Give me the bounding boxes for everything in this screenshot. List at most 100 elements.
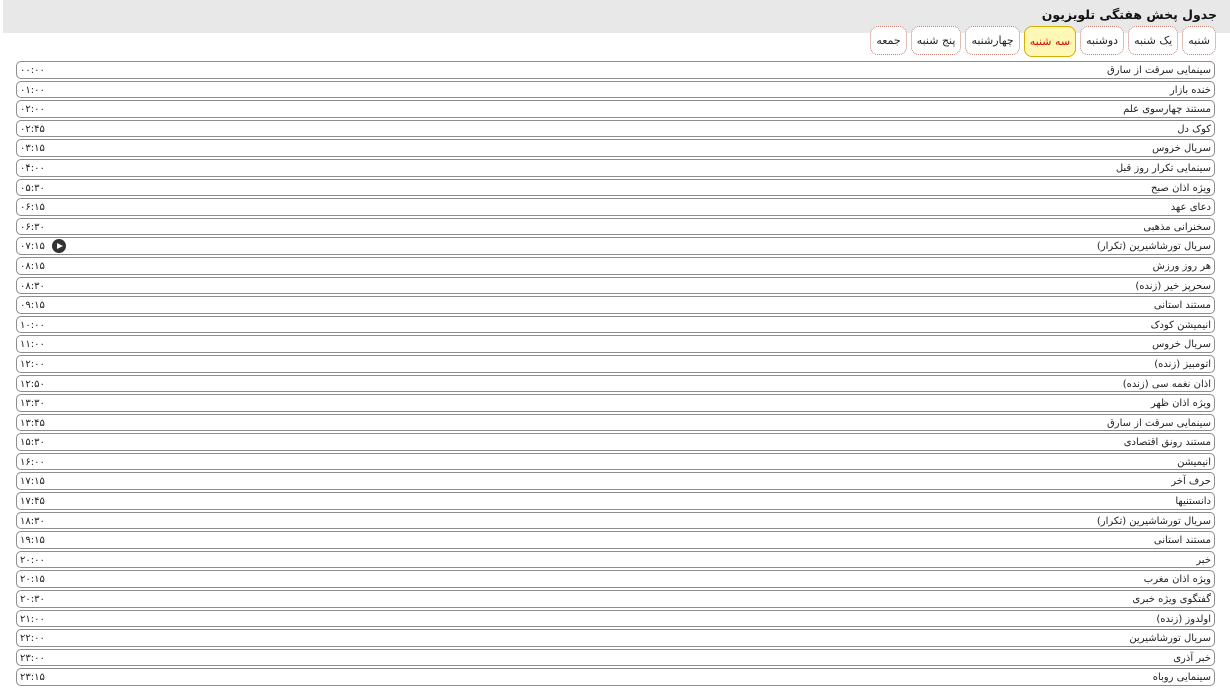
- schedule-row[interactable]: هر روز ورزش ۰۸:۱۵: [16, 256, 1215, 275]
- schedule-row[interactable]: انیمیشن ۱۶:۰۰: [16, 452, 1215, 471]
- schedule-row[interactable]: ویژه اذان مغرب ۲۰:۱۵: [16, 570, 1215, 589]
- program-title: خنده بازار: [1169, 84, 1211, 96]
- program-time: ۱۲:۵۰: [20, 378, 45, 390]
- program-time: ۱۹:۱۵: [20, 535, 45, 547]
- schedule-row[interactable]: خبر آذری ۲۳:۰۰: [16, 648, 1215, 667]
- program-time: ۰۴:۰۰: [20, 162, 45, 174]
- program-title: اولدوز (زنده): [1156, 613, 1211, 625]
- program-time: ۲۰:۱۵: [20, 574, 45, 586]
- program-time: ۱۶:۰۰: [20, 456, 45, 468]
- schedule-row[interactable]: سینمایی روباه ۲۳:۱۵: [16, 668, 1215, 686]
- program-time: ۰۱:۰۰: [20, 84, 45, 96]
- program-time: ۲۰:۳۰: [20, 594, 45, 606]
- program-time: ۲۲:۰۰: [20, 633, 45, 645]
- program-title: سریال تورشاشیرین (تکرار): [1096, 515, 1211, 527]
- program-title: مستند استانی: [1153, 300, 1211, 312]
- program-title: مستند رونق اقتصادی: [1123, 437, 1211, 449]
- program-title: اتومبیز (زنده): [1154, 358, 1211, 370]
- program-title: مستند استانی: [1153, 535, 1211, 547]
- schedule-row[interactable]: مستند استانی ۱۹:۱۵: [16, 531, 1215, 549]
- program-title: هر روز ورزش: [1152, 260, 1211, 272]
- schedule-row[interactable]: اذان نغمه سی (زنده) ۱۲:۵۰: [16, 374, 1215, 393]
- program-title: حرف آخر: [1171, 476, 1211, 488]
- program-title: انیمیشن کودک: [1150, 319, 1211, 331]
- program-time: ۱۷:۱۵: [20, 476, 45, 488]
- schedule-row[interactable]: حرف آخر ۱۷:۱۵: [16, 472, 1215, 491]
- schedule-list: سینمایی سرقت از سارق ۰۰:۰۰ خنده بازار ۰۱:۰۰…: [16, 61, 1215, 688]
- tab-day-0[interactable]: شنبه: [1182, 26, 1216, 55]
- program-time: ۰۹:۱۵: [20, 300, 45, 312]
- schedule-row[interactable]: دعای عهد ۰۶:۱۵: [16, 198, 1215, 216]
- schedule-row[interactable]: مستند رونق اقتصادی ۱۵:۳۰: [16, 433, 1215, 451]
- program-title: سینمایی روباه: [1152, 672, 1211, 684]
- schedule-row[interactable]: سینمایی سرقت از سارق ۱۳:۴۵: [16, 413, 1215, 432]
- schedule-row[interactable]: سریال تورشاشیرین (تکرار) ۱۸:۳۰: [16, 511, 1215, 530]
- program-title: ویژه اذان مغرب: [1143, 574, 1211, 586]
- program-time: ۲۰:۰۰: [20, 554, 45, 566]
- program-time: ۱۱:۰۰: [20, 339, 45, 351]
- program-time: ۰۰:۰۰: [20, 65, 45, 76]
- program-title: سخنرانی مذهبی: [1143, 221, 1211, 233]
- program-time: ۱۲:۰۰: [20, 358, 45, 370]
- program-title: ویژه اذان ظهر: [1150, 398, 1211, 410]
- program-time: ۰۲:۴۵: [20, 123, 45, 135]
- program-time: ۱۵:۳۰: [20, 437, 45, 449]
- program-title: انیمیشن: [1177, 456, 1211, 468]
- program-time: ۰۳:۱۵: [20, 143, 45, 155]
- schedule-row[interactable]: گفتگوی ویژه خبری ۲۰:۳۰: [16, 590, 1215, 608]
- tab-day-3[interactable]: سه شنبه: [1023, 26, 1077, 57]
- day-tabs: شنبه یک شنبه دوشنبه سه شنبه چهارشنبه پنج شنبه…: [870, 26, 1216, 57]
- program-time: ۰۶:۱۵: [20, 202, 45, 214]
- program-time: ۱۷:۴۵: [20, 496, 45, 508]
- program-time: ۱۳:۳۰: [20, 398, 45, 410]
- schedule-row[interactable]: سینمایی تکرار روز قبل ۰۴:۰۰: [16, 158, 1215, 177]
- schedule-row[interactable]: سریال تورشاشیرین (تکرار) ۰۷:۱۵: [16, 237, 1215, 255]
- program-time: ۲۳:۰۰: [20, 652, 45, 664]
- schedule-row[interactable]: سریال خروس ۰۳:۱۵: [16, 139, 1215, 157]
- tab-day-1[interactable]: یک شنبه: [1128, 26, 1179, 55]
- program-title: سریال تورشاشیرین: [1129, 633, 1211, 645]
- program-title: گفتگوی ویژه خبری: [1132, 594, 1211, 606]
- schedule-row[interactable]: مستند چهارسوی علم ۰۲:۰۰: [16, 100, 1215, 118]
- tab-day-2[interactable]: دوشنبه: [1080, 26, 1125, 55]
- program-title: دعای عهد: [1170, 202, 1211, 214]
- schedule-row[interactable]: کوک دل ۰۲:۴۵: [16, 119, 1215, 138]
- program-time: ۱۸:۳۰: [20, 515, 45, 527]
- schedule-row[interactable]: خنده بازار ۰۱:۰۰: [16, 80, 1215, 99]
- schedule-row[interactable]: ویژه اذان ظهر ۱۳:۳۰: [16, 394, 1215, 412]
- schedule-row[interactable]: دانستنیها ۱۷:۴۵: [16, 492, 1215, 510]
- schedule-row[interactable]: سریال خروس ۱۱:۰۰: [16, 335, 1215, 353]
- tab-day-4[interactable]: چهارشنبه: [965, 26, 1020, 55]
- program-time: ۰۷:۱۵: [20, 241, 45, 253]
- schedule-row[interactable]: خبر ۲۰:۰۰: [16, 550, 1215, 569]
- program-title: سینمایی تکرار روز قبل: [1115, 162, 1211, 174]
- program-time: ۰۵:۳۰: [20, 182, 45, 194]
- schedule-row[interactable]: انیمیشن کودک ۱۰:۰۰: [16, 315, 1215, 334]
- schedule-row[interactable]: سریال تورشاشیرین ۲۲:۰۰: [16, 629, 1215, 647]
- program-time: ۰۲:۰۰: [20, 104, 45, 116]
- schedule-row[interactable]: اتومبیز (زنده) ۱۲:۰۰: [16, 354, 1215, 373]
- program-title: اذان نغمه سی (زنده): [1122, 378, 1211, 390]
- program-time: ۰۶:۳۰: [20, 221, 45, 233]
- program-title: خبر آذری: [1173, 652, 1211, 664]
- schedule-row[interactable]: مستند استانی ۰۹:۱۵: [16, 296, 1215, 314]
- play-icon[interactable]: [52, 239, 66, 254]
- tab-day-6[interactable]: جمعه: [870, 26, 907, 55]
- program-time: ۰۸:۱۵: [20, 260, 45, 272]
- page-title: جدول پخش هفتگی تلویزیون: [1041, 7, 1217, 22]
- schedule-row[interactable]: سخنرانی مذهبی ۰۶:۳۰: [16, 217, 1215, 236]
- schedule-row[interactable]: سینمایی سرقت از سارق ۰۰:۰۰: [16, 61, 1215, 79]
- tab-day-5[interactable]: پنج شنبه: [910, 26, 962, 55]
- program-title: سینمایی سرقت از سارق: [1106, 65, 1211, 76]
- program-title: دانستنیها: [1175, 496, 1211, 508]
- program-title: مستند چهارسوی علم: [1123, 104, 1211, 116]
- schedule-row[interactable]: سحرپز خیر (زنده) ۰۸:۳۰: [16, 276, 1215, 295]
- program-time: ۱۳:۴۵: [20, 417, 45, 429]
- program-title: کوک دل: [1177, 123, 1211, 135]
- program-title: سریال تورشاشیرین (تکرار): [1096, 241, 1211, 253]
- program-title: سینمایی سرقت از سارق: [1106, 417, 1211, 429]
- schedule-row[interactable]: ویژه اذان صبح ۰۵:۳۰: [16, 178, 1215, 197]
- program-time: ۰۸:۳۰: [20, 280, 45, 292]
- program-title: ویژه اذان صبح: [1150, 182, 1211, 194]
- schedule-row[interactable]: اولدوز (زنده) ۲۱:۰۰: [16, 609, 1215, 628]
